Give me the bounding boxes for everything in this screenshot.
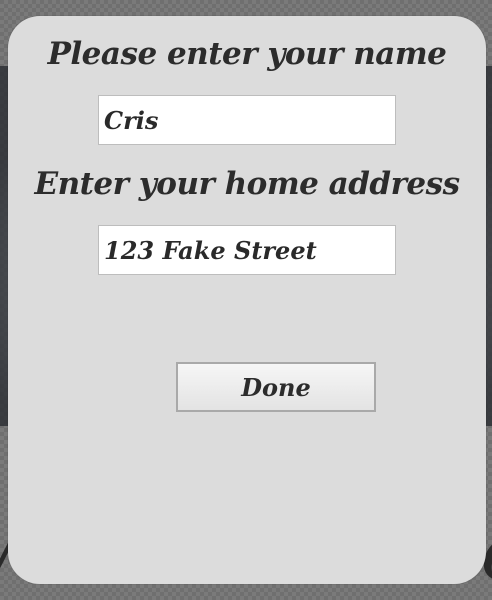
name-prompt-label: Please enter your name — [47, 36, 447, 72]
done-button[interactable]: Done — [176, 362, 376, 412]
address-prompt-label: Enter your home address — [34, 166, 460, 202]
name-input[interactable] — [98, 95, 396, 145]
address-input[interactable] — [98, 225, 396, 275]
input-dialog: Please enter your name Enter your home a… — [8, 16, 486, 584]
